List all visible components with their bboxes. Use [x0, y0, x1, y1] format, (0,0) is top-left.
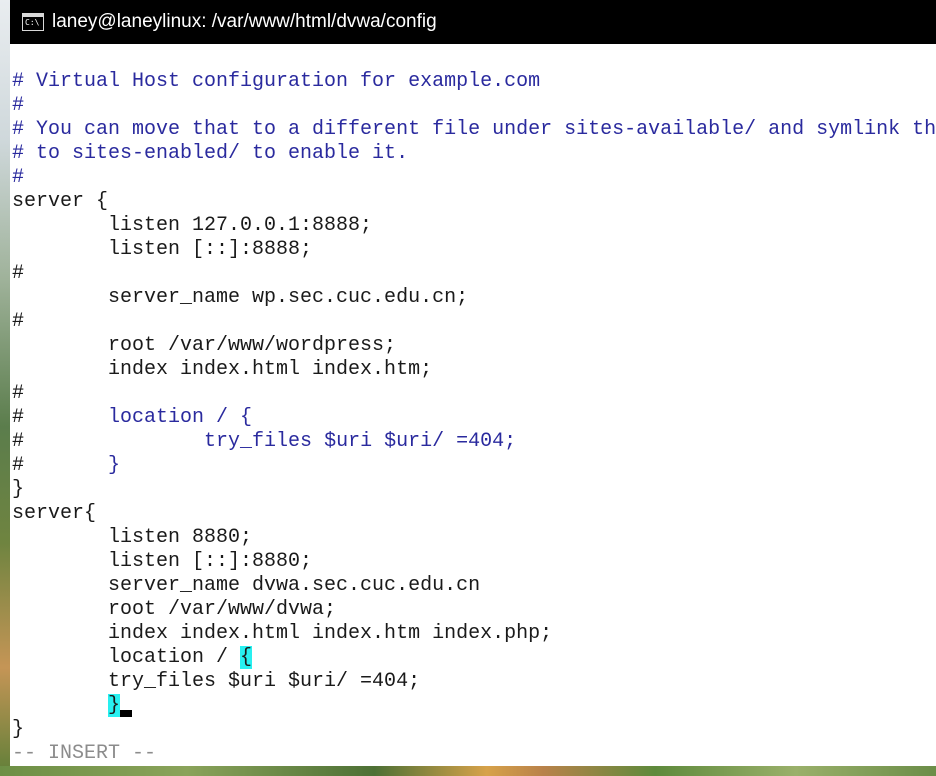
editor-line: index index.html index.htm; — [12, 358, 936, 382]
comment-marker: # — [12, 310, 25, 333]
code-text: root /var/www/wordpress; — [12, 334, 397, 357]
editor-line: } — [12, 694, 936, 718]
editor-line: server{ — [12, 502, 936, 526]
editor-line: listen 127.0.0.1:8888; — [12, 214, 936, 238]
vim-editor[interactable]: # Virtual Host configuration for example… — [10, 44, 936, 766]
editor-line: # You can move that to a different file … — [12, 118, 936, 142]
code-text: root /var/www/dvwa; — [12, 598, 337, 621]
desktop-wallpaper-strip — [0, 766, 936, 776]
editor-line: index index.html index.htm index.php; — [12, 622, 936, 646]
code-text: } — [12, 478, 25, 501]
editor-line: server_name wp.sec.cuc.edu.cn; — [12, 286, 936, 310]
editor-buffer[interactable]: # Virtual Host configuration for example… — [12, 70, 936, 742]
comment-text: # — [12, 94, 25, 117]
comment-text: # to sites-enabled/ to enable it. — [12, 142, 409, 165]
editor-line: listen [::]:8880; — [12, 550, 936, 574]
terminal-window[interactable]: C:\ laney@laneylinux: /var/www/html/dvwa… — [10, 0, 936, 766]
vim-mode-indicator: -- INSERT -- — [12, 742, 157, 765]
code-text: index index.html index.htm index.php; — [12, 622, 553, 645]
editor-line: # try_files $uri $uri/ =404; — [12, 430, 936, 454]
code-text: try_files $uri $uri/ =404; — [12, 670, 421, 693]
comment-text: location / { — [24, 406, 253, 429]
editor-line: # — [12, 310, 936, 334]
editor-line: # — [12, 262, 936, 286]
text-cursor — [120, 694, 133, 718]
editor-line: root /var/www/wordpress; — [12, 334, 936, 358]
comment-marker: # — [12, 262, 25, 285]
code-text: location / — [12, 646, 241, 669]
editor-line: root /var/www/dvwa; — [12, 598, 936, 622]
editor-line: # — [12, 166, 936, 190]
code-text: } — [12, 718, 25, 741]
code-text: server_name wp.sec.cuc.edu.cn; — [12, 286, 469, 309]
editor-line: location / { — [12, 646, 936, 670]
console-icon[interactable]: C:\ — [22, 13, 44, 31]
bracket-match-highlight: } — [108, 694, 121, 717]
comment-marker: # — [12, 430, 25, 453]
bracket-match-highlight: { — [240, 646, 253, 669]
comment-text: # Virtual Host configuration for example… — [12, 70, 541, 93]
editor-line: listen 8880; — [12, 526, 936, 550]
code-text: listen [::]:8888; — [12, 238, 313, 261]
code-text: listen [::]:8880; — [12, 550, 313, 573]
code-text: server { — [12, 190, 109, 213]
editor-line: # location / { — [12, 406, 936, 430]
code-text: listen 8880; — [12, 526, 253, 549]
code-text: server{ — [12, 502, 97, 525]
comment-text: # — [12, 166, 25, 189]
comment-marker: # — [12, 382, 25, 405]
editor-line: # — [12, 382, 936, 406]
comment-text: } — [24, 454, 121, 477]
code-text: server_name dvwa.sec.cuc.edu.cn — [12, 574, 481, 597]
editor-line: server_name dvwa.sec.cuc.edu.cn — [12, 574, 936, 598]
editor-line: listen [::]:8888; — [12, 238, 936, 262]
comment-marker: # — [12, 454, 25, 477]
window-title: laney@laneylinux: /var/www/html/dvwa/con… — [52, 11, 437, 32]
editor-line: # to sites-enabled/ to enable it. — [12, 142, 936, 166]
editor-line: server { — [12, 190, 936, 214]
code-text: listen 127.0.0.1:8888; — [12, 214, 373, 237]
editor-line: # } — [12, 454, 936, 478]
editor-line: } — [12, 478, 936, 502]
editor-line: try_files $uri $uri/ =404; — [12, 670, 936, 694]
editor-line: # Virtual Host configuration for example… — [12, 70, 936, 94]
comment-text: # You can move that to a different file … — [12, 118, 936, 141]
title-bar[interactable]: C:\ laney@laneylinux: /var/www/html/dvwa… — [10, 0, 936, 44]
comment-marker: # — [12, 406, 25, 429]
code-text: index index.html index.htm; — [12, 358, 433, 381]
comment-text: try_files $uri $uri/ =404; — [24, 430, 517, 453]
editor-line: } — [12, 718, 936, 742]
editor-line: # — [12, 94, 936, 118]
